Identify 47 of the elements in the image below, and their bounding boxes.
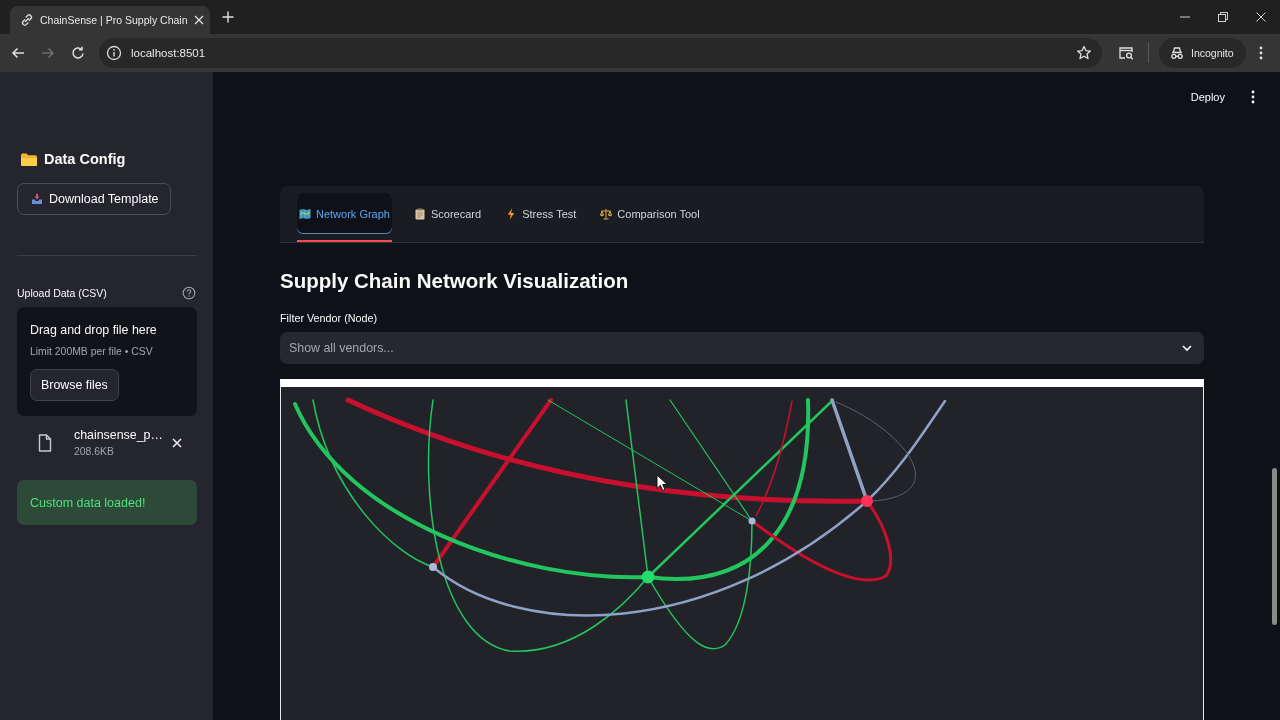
info-icon — [106, 45, 122, 61]
scrollbar-thumb[interactable] — [1272, 468, 1277, 625]
sidebar-title: Data Config — [44, 150, 126, 169]
window-search-icon — [1118, 45, 1134, 61]
tab[interactable]: Network Graph — [297, 193, 392, 234]
mouse-cursor-icon — [656, 474, 668, 492]
close-icon — [171, 438, 182, 448]
star-icon[interactable] — [1076, 45, 1092, 61]
reload-icon — [71, 46, 85, 60]
tab[interactable]: Comparison Tool — [598, 193, 702, 234]
back-arrow-icon — [11, 46, 25, 60]
success-alert: Custom data loaded! — [17, 480, 197, 525]
plus-icon — [222, 11, 234, 23]
help-icon[interactable] — [182, 286, 196, 300]
download-template-button[interactable]: Download Template — [17, 183, 171, 215]
dropzone-hint: Limit 200MB per file • CSV — [30, 345, 153, 359]
file-size: 208.6KB — [74, 445, 114, 459]
inbox-tray-icon — [31, 193, 43, 205]
kebab-menu-icon — [1251, 90, 1255, 104]
clipboard-icon — [414, 207, 426, 220]
address-bar[interactable]: localhost:8501 — [99, 38, 1102, 68]
map-icon — [299, 207, 311, 220]
browser-tab[interactable]: ChainSense | Pro Supply Chain — [10, 6, 210, 34]
chevron-down-icon — [1181, 342, 1193, 354]
incognito-indicator[interactable]: Incognito — [1159, 38, 1246, 68]
incognito-icon — [1169, 45, 1185, 61]
restore-icon — [1218, 12, 1228, 22]
link-icon — [20, 13, 34, 27]
vendor-select[interactable]: Show all vendors... — [280, 332, 1204, 364]
folder-icon — [20, 151, 38, 167]
upload-label: Upload Data (CSV) — [17, 286, 107, 301]
page-heading: Supply Chain Network Visualization — [280, 268, 630, 294]
file-icon — [38, 434, 52, 452]
forward-arrow-icon — [41, 46, 55, 60]
close-icon — [193, 15, 204, 25]
browse-files-button[interactable]: Browse files — [30, 369, 119, 401]
file-dropzone[interactable]: Drag and drop file here Limit 200MB per file • CSV Browse files — [17, 307, 197, 416]
deploy-button[interactable]: Deploy — [1182, 85, 1233, 109]
close-icon — [1256, 12, 1266, 22]
dropzone-title: Drag and drop file here — [30, 322, 157, 339]
filter-label: Filter Vendor (Node) — [280, 311, 379, 326]
remove-file-button[interactable] — [169, 436, 184, 450]
file-name: chainsense_p… — [74, 427, 163, 443]
scales-icon — [600, 207, 613, 220]
kebab-menu-icon — [1258, 46, 1263, 60]
tab[interactable]: Scorecard — [412, 193, 484, 234]
tab[interactable]: Stress Test — [503, 193, 579, 234]
